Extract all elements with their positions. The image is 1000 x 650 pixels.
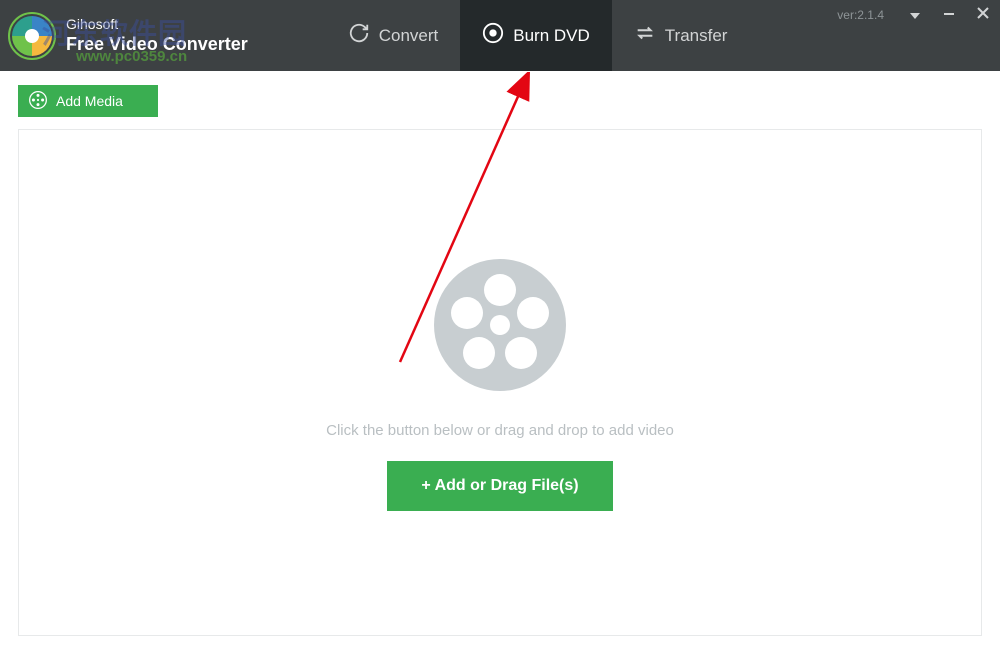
transfer-icon: [634, 22, 656, 49]
film-reel-large-icon: [430, 255, 570, 400]
minimize-button[interactable]: [932, 0, 966, 30]
film-reel-small-icon: [28, 90, 48, 113]
dropzone-hint: Click the button below or drag and drop …: [326, 422, 674, 439]
tab-burn-dvd[interactable]: Burn DVD: [460, 0, 612, 71]
dropzone[interactable]: Click the button below or drag and drop …: [18, 129, 982, 636]
main-tabs: Convert Burn DVD Transfer: [326, 0, 750, 71]
brand-subtitle: Free Video Converter: [66, 33, 248, 56]
window-controls: ver:2.1.4: [837, 0, 1000, 30]
minimize-icon: [943, 6, 955, 24]
brand-name: Gihosoft: [66, 15, 248, 33]
tab-burn-dvd-label: Burn DVD: [513, 26, 590, 46]
tab-convert[interactable]: Convert: [326, 0, 461, 71]
add-media-label: Add Media: [56, 93, 123, 109]
header-bar: Gihosoft Free Video Converter Convert Bu…: [0, 0, 1000, 71]
close-icon: [977, 6, 989, 24]
chevron-down-icon: [910, 6, 920, 24]
add-media-button[interactable]: Add Media: [18, 85, 158, 117]
content-area: Add Media Click the button below or drag…: [0, 71, 1000, 650]
version-label: ver:2.1.4: [837, 8, 884, 22]
tab-transfer-label: Transfer: [665, 26, 728, 46]
brand-text: Gihosoft Free Video Converter: [66, 15, 248, 57]
tab-convert-label: Convert: [379, 26, 439, 46]
close-button[interactable]: [966, 0, 1000, 30]
app-logo-icon: [8, 12, 56, 60]
logo-area: Gihosoft Free Video Converter: [0, 0, 278, 71]
add-or-drag-button[interactable]: + Add or Drag File(s): [387, 461, 612, 511]
dropdown-button[interactable]: [898, 0, 932, 30]
tab-transfer[interactable]: Transfer: [612, 0, 750, 71]
refresh-icon: [348, 22, 370, 49]
disc-icon: [482, 22, 504, 49]
